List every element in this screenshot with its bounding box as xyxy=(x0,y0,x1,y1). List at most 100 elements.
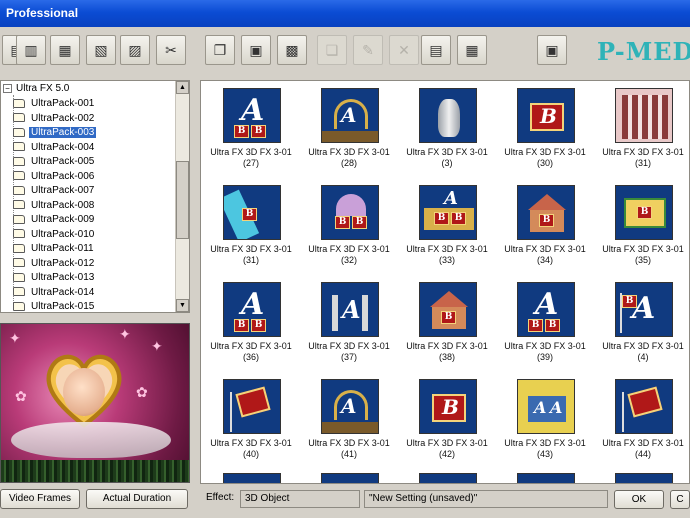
ok-button[interactable]: OK xyxy=(614,490,664,509)
effect-caption-number: (27) xyxy=(242,158,259,168)
import-button[interactable]: ▤ xyxy=(421,35,451,65)
effect-caption-number: (38) xyxy=(438,352,455,362)
tree-scrollbar[interactable]: ▲ ▼ xyxy=(175,81,189,312)
effect-thumbnail-item[interactable]: B B A Ultra FX 3D FX 3-01 (33) xyxy=(399,180,495,278)
tree-item[interactable]: UltraPack-009 xyxy=(13,213,96,227)
effect-thumbnail-item[interactable]: A Ultra FX 3D FX 3-01 (28) xyxy=(301,83,397,181)
tree-item[interactable]: UltraPack-008 xyxy=(13,199,96,213)
effect-thumbnail-partial[interactable] xyxy=(517,473,575,483)
effect-thumbnail-image: BBA xyxy=(419,185,477,240)
tree-item[interactable]: UltraPack-013 xyxy=(13,271,96,285)
save-button[interactable]: ▦ xyxy=(50,35,80,65)
effect-thumbnail-item[interactable]: A Ultra FX 3D FX 3-01 (41) xyxy=(301,374,397,472)
cancel-button[interactable]: C xyxy=(670,490,690,509)
scroll-thumb[interactable] xyxy=(176,161,189,239)
tree-item[interactable]: UltraPack-014 xyxy=(13,286,96,300)
effect-caption-name: Ultra FX 3D FX 3-01 xyxy=(602,147,684,157)
properties-button[interactable]: ▦ xyxy=(457,35,487,65)
tree-item[interactable]: UltraPack-004 xyxy=(13,141,96,155)
effect-thumbnail-image: ABB xyxy=(517,282,575,337)
folder-icon xyxy=(13,243,25,253)
window-title-bar[interactable]: Professional xyxy=(0,0,690,27)
window-title: Professional xyxy=(6,6,79,20)
effects-grid[interactable]: A B B Ultra FX 3D FX 3-01 (27) A Ultra FX 3D F… xyxy=(200,80,690,484)
effect-thumbnail-image: B xyxy=(615,185,673,240)
tree-item[interactable]: UltraPack-010 xyxy=(13,228,96,242)
effect-thumbnail-item[interactable]: B Ultra FX 3D FX 3-01 (38) xyxy=(399,277,495,375)
effect-caption: Ultra FX 3D FX 3-01 (28) xyxy=(301,147,397,169)
effect-thumbnail-item[interactable]: A Ultra FX 3D FX 3-01 (37) xyxy=(301,277,397,375)
letter-glyph: A xyxy=(342,295,361,324)
scroll-up-arrow-icon[interactable]: ▲ xyxy=(176,81,189,94)
effect-thumbnail-partial[interactable] xyxy=(615,473,673,483)
effect-caption-name: Ultra FX 3D FX 3-01 xyxy=(308,341,390,351)
paste-button[interactable]: ▣ xyxy=(241,35,271,65)
effect-thumbnail-item[interactable]: A B B Ultra FX 3D FX 3-01 (27) xyxy=(203,83,299,181)
effect-thumbnail-image: B xyxy=(419,282,477,337)
portrait xyxy=(63,368,105,416)
effect-thumbnail-item[interactable]: A B B Ultra FX 3D FX 3-01 (36) xyxy=(203,277,299,375)
actual-duration-button[interactable]: Actual Duration xyxy=(86,489,188,509)
effect-thumbnail-partial[interactable] xyxy=(321,473,379,483)
effect-thumbnail-item[interactable]: Ultra FX 3D FX 3-01 (3) xyxy=(399,83,495,181)
thumbnail-shape xyxy=(424,208,474,230)
tree-item[interactable]: UltraPack-006 xyxy=(13,170,96,184)
collapse-icon[interactable]: − xyxy=(3,83,12,93)
effect-caption-name: Ultra FX 3D FX 3-01 xyxy=(406,244,488,254)
open-button[interactable]: ▥ xyxy=(16,35,46,65)
effect-label: Effect: xyxy=(206,492,235,503)
export-button[interactable]: ▨ xyxy=(120,35,150,65)
effect-caption-number: (35) xyxy=(634,255,651,265)
save-as-button[interactable]: ▧ xyxy=(86,35,116,65)
effect-thumbnail-partial[interactable] xyxy=(419,473,477,483)
effect-caption-number: (37) xyxy=(340,352,357,362)
letter-block: B xyxy=(545,319,560,332)
folder-icon xyxy=(13,156,25,166)
tree-item[interactable]: UltraPack-015 xyxy=(13,300,96,312)
properties-icon: ▦ xyxy=(465,41,479,58)
effect-thumbnail-item[interactable]: B Ultra FX 3D FX 3-01 (34) xyxy=(497,180,593,278)
effect-thumbnail-item[interactable]: B Ultra FX 3D FX 3-01 (30) xyxy=(497,83,593,181)
effect-thumbnail-image: A xyxy=(321,282,379,337)
cut-button[interactable]: ✂ xyxy=(156,35,186,65)
letter-block: B xyxy=(234,125,249,138)
tree-item[interactable]: UltraPack-001 xyxy=(13,97,96,111)
copy-button[interactable]: ❐ xyxy=(205,35,235,65)
tree-root[interactable]: − Ultra FX 5.0 xyxy=(3,82,71,96)
effect-thumbnail-item[interactable]: B Ultra FX 3D FX 3-01 (42) xyxy=(399,374,495,472)
clone-button[interactable]: ❏ xyxy=(317,35,347,65)
sparkle-icon: ✦ xyxy=(151,338,163,354)
effect-thumbnail-image: ABB xyxy=(223,88,281,143)
effect-thumbnail-item[interactable]: B Ultra FX 3D FX 3-01 (31) xyxy=(203,180,299,278)
effect-thumbnail-item[interactable]: A B B Ultra FX 3D FX 3-01 (39) xyxy=(497,277,593,375)
effects-tree[interactable]: − Ultra FX 5.0 ▲ ▼ UltraPack-001 UltraPack… xyxy=(0,80,190,313)
tree-item[interactable]: UltraPack-005 xyxy=(13,155,96,169)
tree-item[interactable]: UltraPack-007 xyxy=(13,184,96,198)
effect-caption-name: Ultra FX 3D FX 3-01 xyxy=(210,244,292,254)
scroll-down-arrow-icon[interactable]: ▼ xyxy=(176,299,189,312)
video-frames-button[interactable]: Video Frames xyxy=(0,489,80,509)
effect-thumbnail-item[interactable]: Ultra FX 3D FX 3-01 (44) xyxy=(595,374,689,472)
effect-thumbnail-item[interactable]: A B Ultra FX 3D FX 3-01 (4) xyxy=(595,277,689,375)
effect-caption: Ultra FX 3D FX 3-01 (3) xyxy=(399,147,495,169)
letter-glyph: A xyxy=(341,394,357,418)
tree-item-label: UltraPack-014 xyxy=(31,286,95,298)
delete-button[interactable]: ✕ xyxy=(389,35,419,65)
effect-thumbnail-partial[interactable] xyxy=(223,473,281,483)
tree-item[interactable]: UltraPack-012 xyxy=(13,257,96,271)
preview-button[interactable]: ▣ xyxy=(537,35,567,65)
effect-thumbnail-image: B xyxy=(517,88,575,143)
tree-item[interactable]: UltraPack-002 xyxy=(13,112,96,126)
duplicate-button[interactable]: ▩ xyxy=(277,35,307,65)
effect-thumbnail-item[interactable]: Ultra FX 3D FX 3-01 (31) xyxy=(595,83,689,181)
letter-glyph: A xyxy=(535,287,559,322)
effect-thumbnail-item[interactable]: Ultra FX 3D FX 3-01 (40) xyxy=(203,374,299,472)
effect-thumbnail-item[interactable]: B B Ultra FX 3D FX 3-01 (32) xyxy=(301,180,397,278)
effect-caption: Ultra FX 3D FX 3-01 (38) xyxy=(399,341,495,363)
effect-thumbnail-item[interactable]: B Ultra FX 3D FX 3-01 (35) xyxy=(595,180,689,278)
tree-item[interactable]: UltraPack-011 xyxy=(13,242,96,256)
tree-item[interactable]: UltraPack-003 xyxy=(13,126,97,140)
rename-button[interactable]: ✎ xyxy=(353,35,383,65)
effect-thumbnail-item[interactable]: A A Ultra FX 3D FX 3-01 (43) xyxy=(497,374,593,472)
effect-thumbnail-image: A xyxy=(321,379,379,434)
